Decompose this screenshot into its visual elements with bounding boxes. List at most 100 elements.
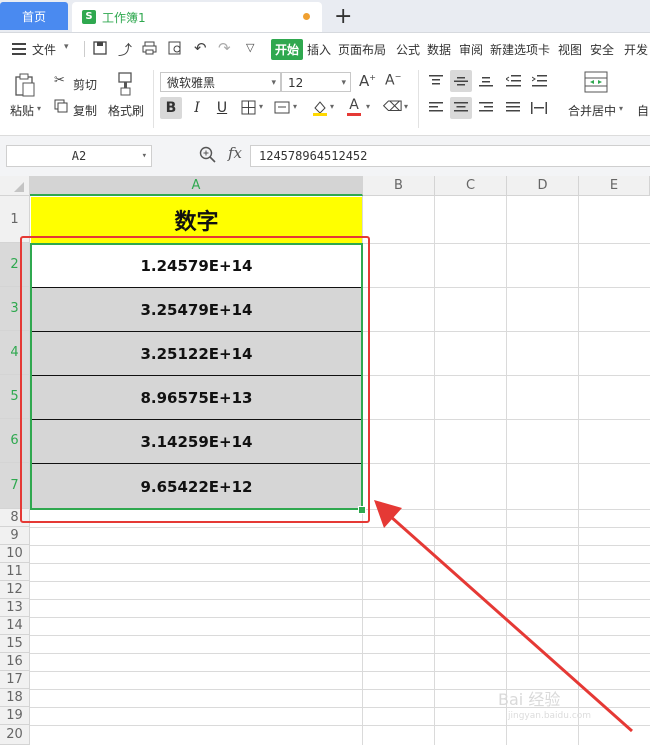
- italic-button[interactable]: I: [186, 97, 208, 119]
- auto-wrap-button[interactable]: 自: [637, 102, 649, 119]
- chevron-down-icon[interactable]: ▾: [330, 102, 334, 111]
- column-header-b[interactable]: B: [363, 176, 435, 196]
- print-preview-icon[interactable]: [168, 41, 183, 58]
- row-header-15[interactable]: 15: [0, 635, 30, 653]
- chevron-down-icon[interactable]: ▾: [366, 102, 370, 111]
- row-header-17[interactable]: 17: [0, 671, 30, 689]
- fill-color-icon[interactable]: [311, 99, 329, 120]
- paste-button[interactable]: 粘贴: [10, 102, 34, 119]
- divider: [418, 70, 419, 128]
- chevron-down-icon[interactable]: ▾: [259, 102, 263, 111]
- align-center-icon[interactable]: [450, 97, 472, 119]
- divider: [84, 41, 85, 57]
- menu-insert[interactable]: 插入: [307, 41, 331, 58]
- row-header-13[interactable]: 13: [0, 599, 30, 617]
- cell-a1-text: 数字: [174, 210, 219, 235]
- clipboard-icon[interactable]: [14, 73, 36, 100]
- menu-page-layout[interactable]: 页面布局: [338, 41, 386, 58]
- column-header-e[interactable]: E: [579, 176, 650, 196]
- tab-home[interactable]: 首页: [0, 2, 68, 30]
- align-right-icon[interactable]: [475, 97, 497, 119]
- title-tab-bar: 首页 S 工作簿1 +: [0, 0, 650, 33]
- align-left-icon[interactable]: [425, 97, 447, 119]
- row-header-16[interactable]: 16: [0, 653, 30, 671]
- font-color-icon[interactable]: A: [347, 97, 361, 116]
- row-header-11[interactable]: 11: [0, 563, 30, 581]
- menu-file[interactable]: 文件: [32, 41, 56, 58]
- redo-icon[interactable]: ↷: [218, 39, 231, 57]
- export-icon[interactable]: ⤴: [118, 40, 132, 60]
- merge-center-icon[interactable]: [584, 71, 608, 96]
- scissors-icon[interactable]: ✂: [54, 73, 65, 88]
- spreadsheet-grid[interactable]: A B C D E 1 2 3 4 5 6 7 8 9 10 11 12 13 …: [0, 176, 650, 745]
- chevron-down-icon: ▾: [341, 78, 346, 88]
- menu-formula[interactable]: 公式: [396, 41, 420, 58]
- formula-bar: A2 ▾ fx 124578964512452: [0, 136, 650, 176]
- font-size-select[interactable]: 12 ▾: [281, 72, 351, 92]
- print-icon[interactable]: [142, 41, 157, 58]
- cell-style-icon[interactable]: [274, 100, 290, 118]
- undo-icon[interactable]: ↶: [194, 39, 207, 57]
- quick-access-more-icon[interactable]: ▽: [246, 41, 254, 54]
- align-bottom-icon[interactable]: [475, 70, 497, 92]
- copy-icon[interactable]: [54, 99, 68, 116]
- hamburger-icon[interactable]: [12, 43, 26, 58]
- menu-bar: 文件 ▾ ⤴ ↶ ↷ ▽ 开始 插入 页面布局 公式 数据 审阅 新建选项卡 视…: [0, 33, 650, 65]
- merge-center-button[interactable]: 合并居中: [568, 102, 616, 119]
- menu-view[interactable]: 视图: [558, 41, 582, 58]
- chevron-down-icon[interactable]: ▾: [37, 104, 41, 113]
- row-header-14[interactable]: 14: [0, 617, 30, 635]
- chevron-down-icon[interactable]: ▾: [404, 102, 408, 111]
- name-box-value: A2: [71, 149, 87, 163]
- bold-button[interactable]: B: [160, 97, 182, 119]
- row-header-12[interactable]: 12: [0, 581, 30, 599]
- menu-new-tab[interactable]: 新建选项卡: [490, 41, 550, 58]
- align-top-icon[interactable]: [425, 70, 447, 92]
- border-icon[interactable]: [241, 100, 256, 118]
- column-header-a[interactable]: A: [30, 176, 363, 196]
- select-all-corner[interactable]: [0, 176, 30, 196]
- menu-start[interactable]: 开始: [271, 39, 304, 60]
- tab-workbook[interactable]: S 工作簿1: [72, 2, 322, 32]
- align-middle-icon[interactable]: [450, 70, 472, 92]
- increase-font-icon[interactable]: A+: [359, 72, 376, 90]
- ribbon-toolbar: 粘贴 ▾ ✂ 剪切 复制 格式刷 微软雅黑 ▾ 12 ▾ A+ A− B I U…: [0, 65, 650, 136]
- menu-developer[interactable]: 开发: [624, 41, 648, 58]
- formula-input[interactable]: 124578964512452: [250, 145, 650, 167]
- menu-data[interactable]: 数据: [427, 41, 451, 58]
- chevron-down-icon[interactable]: ▾: [293, 102, 297, 111]
- save-icon[interactable]: [93, 41, 107, 58]
- row-header-10[interactable]: 10: [0, 545, 30, 563]
- distributed-align-icon[interactable]: [528, 97, 550, 119]
- cut-button[interactable]: 剪切: [73, 76, 97, 93]
- insert-function-button[interactable]: fx: [228, 144, 242, 162]
- font-name-select[interactable]: 微软雅黑 ▾: [160, 72, 281, 92]
- row-header-20[interactable]: 20: [0, 725, 30, 745]
- column-header-c[interactable]: C: [435, 176, 507, 196]
- row-header-9[interactable]: 9: [0, 527, 30, 545]
- name-box[interactable]: A2 ▾: [6, 145, 152, 167]
- justify-icon[interactable]: [502, 97, 524, 119]
- menu-security[interactable]: 安全: [590, 41, 614, 58]
- chevron-down-icon[interactable]: ▾: [64, 42, 69, 52]
- annotation-highlight-box: [20, 236, 370, 523]
- font-name-value: 微软雅黑: [167, 76, 216, 90]
- watermark-url: jingyan.baidu.com: [508, 711, 591, 721]
- copy-button[interactable]: 复制: [73, 102, 97, 119]
- chevron-down-icon: ▾: [141, 151, 147, 161]
- decrease-indent-icon[interactable]: [502, 70, 524, 92]
- format-painter-icon[interactable]: [117, 72, 135, 99]
- underline-button[interactable]: U: [211, 97, 233, 119]
- chevron-down-icon[interactable]: ▾: [619, 104, 623, 113]
- row-header-19[interactable]: 19: [0, 707, 30, 725]
- row-header-18[interactable]: 18: [0, 689, 30, 707]
- clear-eraser-icon[interactable]: ⌫: [383, 99, 403, 115]
- format-painter-button[interactable]: 格式刷: [108, 102, 144, 119]
- new-tab-button[interactable]: +: [334, 4, 352, 29]
- menu-review[interactable]: 审阅: [459, 41, 483, 58]
- zoom-search-icon[interactable]: [199, 146, 216, 166]
- increase-indent-icon[interactable]: [528, 70, 550, 92]
- column-header-d[interactable]: D: [507, 176, 579, 196]
- decrease-font-icon[interactable]: A−: [385, 72, 401, 89]
- spreadsheet-icon: S: [82, 10, 96, 24]
